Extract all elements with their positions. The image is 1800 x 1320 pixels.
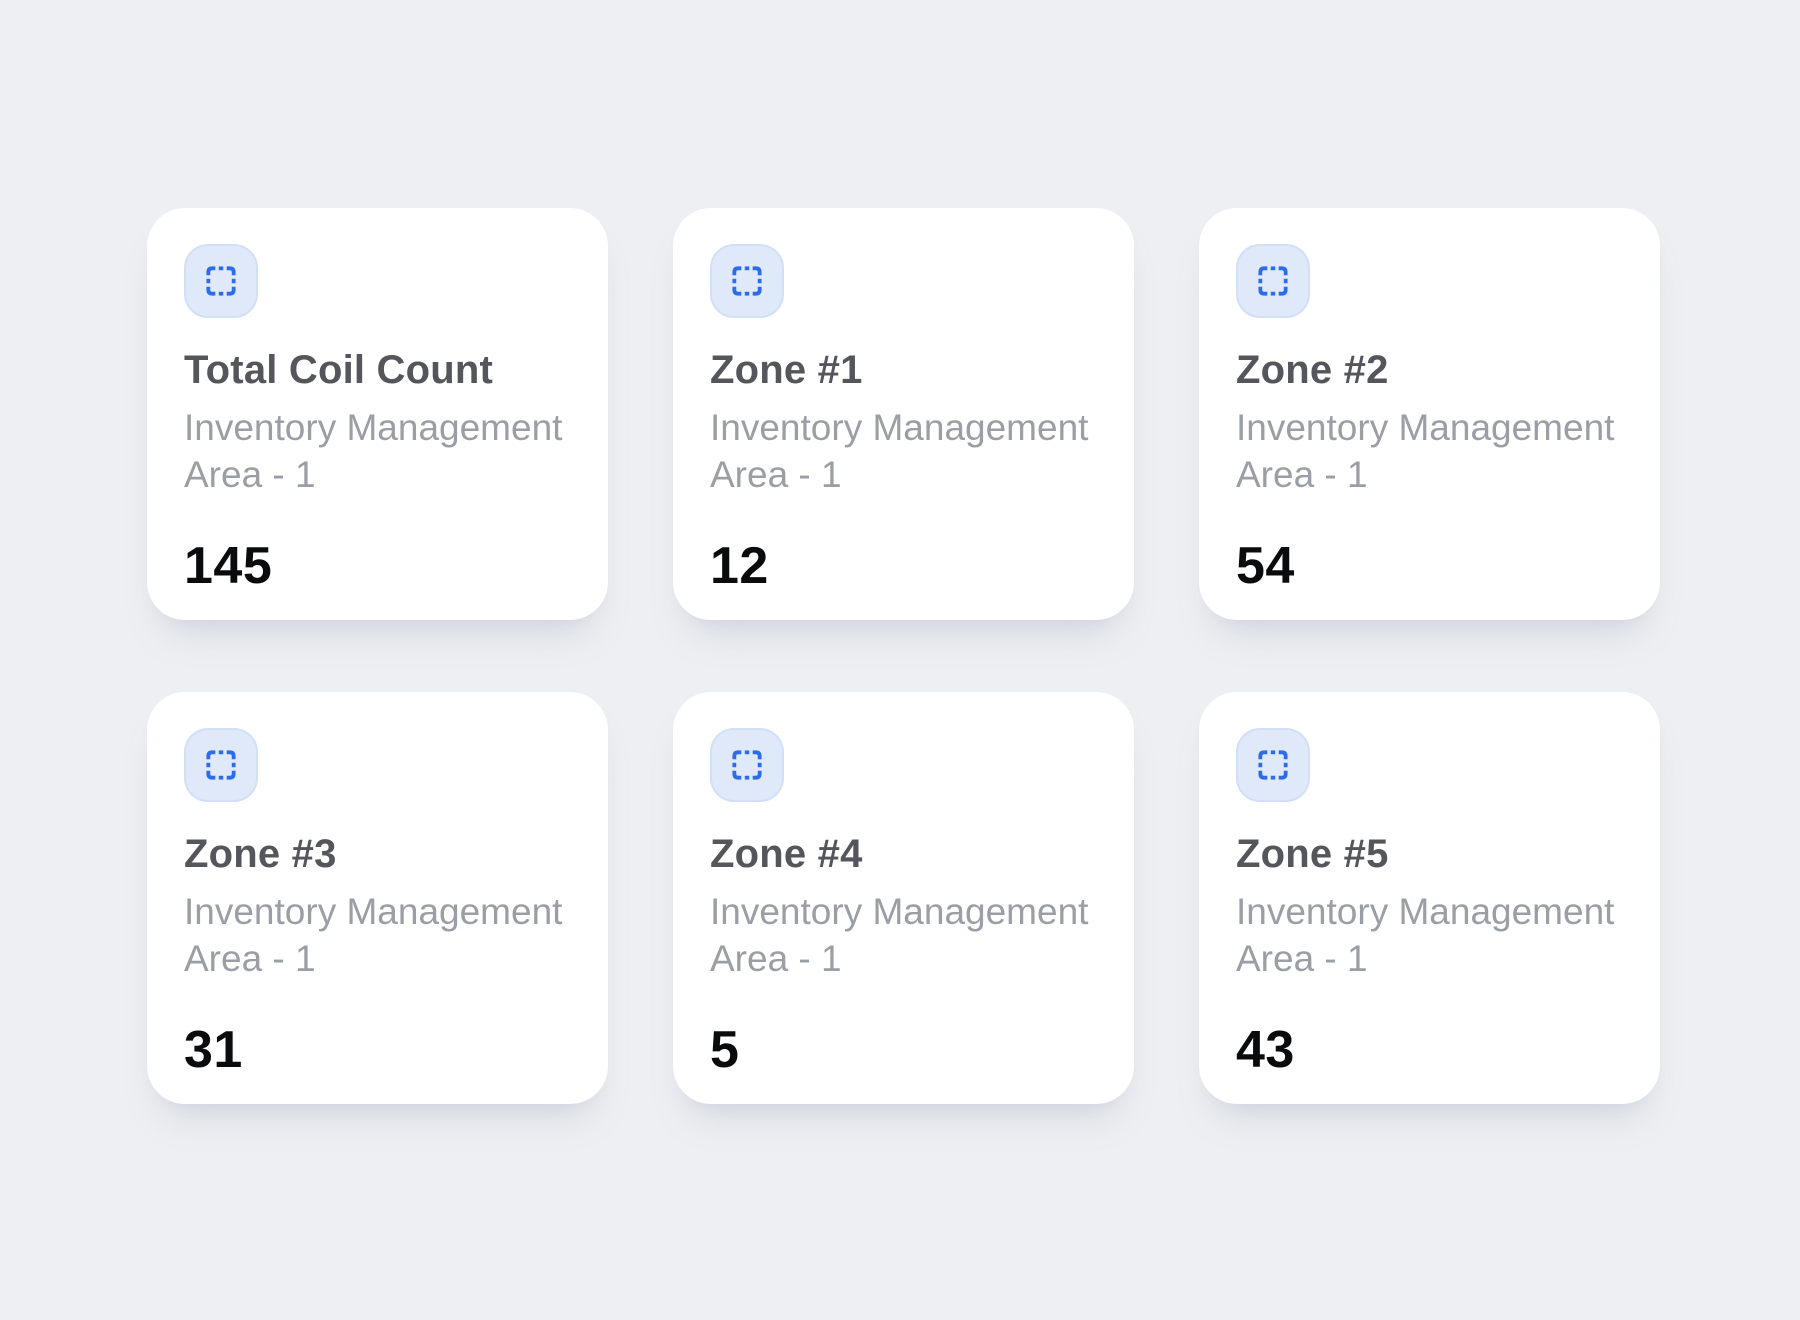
- card-value: 5: [710, 1022, 1097, 1078]
- stat-card-zone-1: Zone #1 Inventory Management Area - 1 12: [673, 208, 1134, 620]
- card-subtitle: Inventory Management Area - 1: [1236, 888, 1623, 982]
- card-subtitle: Inventory Management Area - 1: [710, 888, 1097, 982]
- dashed-selection-square-icon: [1254, 746, 1292, 784]
- card-value: 43: [1236, 1022, 1623, 1078]
- stat-card-zone-3: Zone #3 Inventory Management Area - 1 31: [147, 692, 608, 1104]
- card-icon-chip: [710, 244, 784, 318]
- card-value: 54: [1236, 538, 1623, 594]
- card-title: Zone #5: [1236, 830, 1623, 878]
- stat-card-zone-2: Zone #2 Inventory Management Area - 1 54: [1199, 208, 1660, 620]
- card-icon-chip: [184, 244, 258, 318]
- card-title: Total Coil Count: [184, 346, 571, 394]
- card-title: Zone #4: [710, 830, 1097, 878]
- dashed-selection-square-icon: [728, 262, 766, 300]
- dashed-selection-square-icon: [1254, 262, 1292, 300]
- card-title: Zone #2: [1236, 346, 1623, 394]
- card-value: 145: [184, 538, 571, 594]
- card-subtitle: Inventory Management Area - 1: [1236, 404, 1623, 498]
- card-icon-chip: [710, 728, 784, 802]
- card-value: 12: [710, 538, 1097, 594]
- card-icon-chip: [184, 728, 258, 802]
- dashed-selection-square-icon: [202, 746, 240, 784]
- dashed-selection-square-icon: [728, 746, 766, 784]
- dashboard-background: { "page": { "background_color": "#edeff2…: [0, 0, 1800, 1320]
- stats-grid: Total Coil Count Inventory Management Ar…: [147, 208, 1660, 1104]
- stat-card-zone-4: Zone #4 Inventory Management Area - 1 5: [673, 692, 1134, 1104]
- stat-card-zone-5: Zone #5 Inventory Management Area - 1 43: [1199, 692, 1660, 1104]
- card-icon-chip: [1236, 728, 1310, 802]
- card-subtitle: Inventory Management Area - 1: [184, 888, 571, 982]
- card-value: 31: [184, 1022, 571, 1078]
- card-icon-chip: [1236, 244, 1310, 318]
- card-title: Zone #3: [184, 830, 571, 878]
- dashed-selection-square-icon: [202, 262, 240, 300]
- card-subtitle: Inventory Management Area - 1: [184, 404, 571, 498]
- stat-card-total-coil-count: Total Coil Count Inventory Management Ar…: [147, 208, 608, 620]
- card-title: Zone #1: [710, 346, 1097, 394]
- card-subtitle: Inventory Management Area - 1: [710, 404, 1097, 498]
